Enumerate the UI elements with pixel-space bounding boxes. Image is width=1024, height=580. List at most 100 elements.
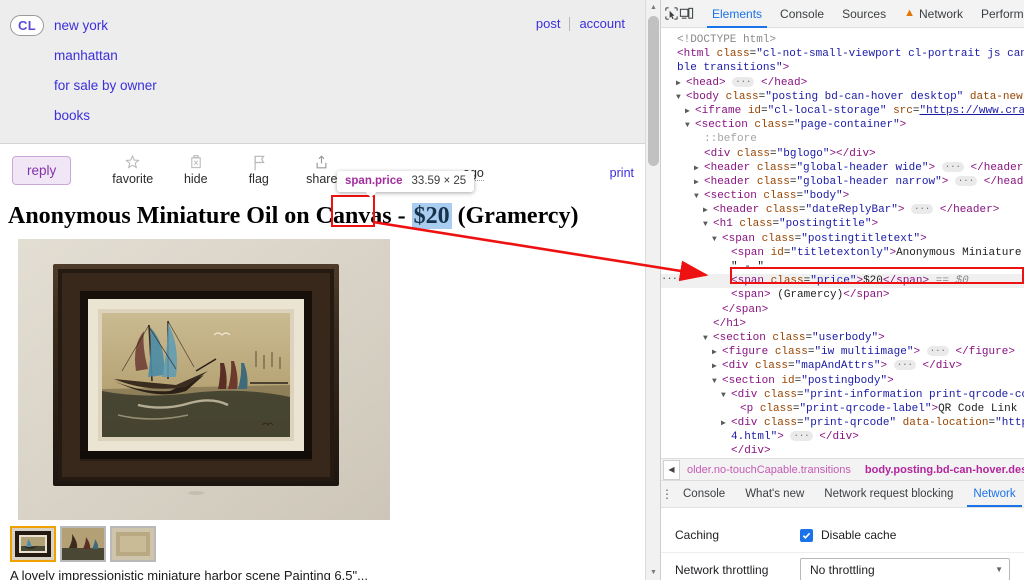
- dom-line[interactable]: ▶ <div class="mapAndAttrs"> ··· </div>: [661, 359, 1024, 373]
- account-link[interactable]: account: [570, 16, 634, 31]
- dom-line-selected[interactable]: <span class="price">$20</span> == $0: [661, 274, 1024, 289]
- account-links: post account: [527, 16, 634, 31]
- flag-button[interactable]: flag: [227, 150, 290, 186]
- cl-header: CL new york manhattan for sale by owner …: [0, 0, 660, 144]
- network-throttling-row: Network throttling No throttling ▼: [661, 552, 1024, 580]
- dom-line[interactable]: " - ": [661, 260, 1024, 274]
- thumbnail-3-back[interactable]: [110, 525, 156, 562]
- device-toolbar-icon[interactable]: [679, 2, 694, 26]
- scroll-down-icon[interactable]: ▼: [646, 565, 660, 580]
- disable-cache-label[interactable]: Disable cache: [821, 528, 896, 542]
- dom-line[interactable]: ▼ <span class="postingtitletext">: [661, 232, 1024, 246]
- dom-line[interactable]: ▼ <h1 class="postingtitle">: [661, 217, 1024, 231]
- thumbnail-1-framed-painting[interactable]: [10, 525, 56, 562]
- reply-button[interactable]: reply: [12, 156, 72, 185]
- scroll-up-icon[interactable]: ▲: [646, 0, 660, 15]
- network-conditions-body: Caching Disable cache Network throttling…: [661, 508, 1024, 580]
- dom-line[interactable]: ble transitions">: [661, 61, 1024, 75]
- posting-actions: favorite hide flag share: [101, 150, 353, 186]
- tab-network-label: Network: [918, 6, 963, 21]
- tab-elements-label: Elements: [712, 6, 763, 21]
- breadcrumb-item-body[interactable]: body.posting.bd-can-hover.desktop: [858, 464, 1024, 476]
- page-scrollbar[interactable]: ▲ ▼: [645, 0, 660, 580]
- dom-line[interactable]: </h1>: [661, 317, 1024, 331]
- drawer-tab-whats-new[interactable]: What's new: [735, 481, 814, 507]
- dom-line[interactable]: ▼ <body class="posting bd-can-hover deskt…: [661, 90, 1024, 104]
- chevron-down-icon: ▼: [995, 565, 1003, 574]
- element-inspect-tooltip: span.price 33.59 × 25: [337, 171, 475, 198]
- hide-button[interactable]: hide: [164, 150, 227, 186]
- print-link[interactable]: print: [610, 166, 634, 180]
- devtools-toolbar: Elements Console Sources ▲ Network Perfo…: [661, 0, 1024, 28]
- more-options-icon[interactable]: ⋮: [661, 481, 673, 507]
- breadcrumb-row-area: manhattan: [10, 40, 648, 70]
- drawer-tab-network-conditions[interactable]: Network: [963, 481, 1024, 507]
- breadcrumb-link-books[interactable]: books: [54, 108, 90, 123]
- breadcrumb-row-subcategory: books: [10, 100, 648, 130]
- inspect-element-icon[interactable]: [664, 2, 679, 26]
- dom-line[interactable]: ▶ <header class="dateReplyBar"> ··· </hea…: [661, 203, 1024, 217]
- dom-line[interactable]: 4.html"> ··· </div>: [661, 430, 1024, 444]
- scrollbar-thumb[interactable]: [648, 16, 659, 166]
- posting-price[interactable]: $20: [411, 203, 452, 229]
- dom-line[interactable]: ▶ <head> ··· </head>: [661, 76, 1024, 90]
- dom-line[interactable]: <div class="bglogo"></div>: [661, 147, 1024, 161]
- dom-line[interactable]: <p class="print-qrcode-label">QR Code Li…: [661, 402, 1024, 416]
- dom-line[interactable]: ▼ <section class="userbody">: [661, 331, 1024, 345]
- dom-line[interactable]: ▶ <figure class="iw multiimage"> ··· </fi…: [661, 345, 1024, 359]
- dom-line[interactable]: <span id="titletextonly">Anonymous Minia…: [661, 246, 1024, 260]
- breadcrumb-scroll-left-icon[interactable]: ◀: [663, 459, 680, 480]
- disable-cache-checkbox[interactable]: [800, 528, 813, 542]
- dom-line[interactable]: <span> (Gramercy)</span>: [661, 288, 1024, 302]
- tab-performance-label: Perform: [981, 6, 1024, 21]
- thumbnail-2-detail[interactable]: [60, 525, 106, 562]
- dom-line[interactable]: ▼ <section class="page-container">: [661, 118, 1024, 132]
- tab-elements[interactable]: Elements: [703, 0, 771, 28]
- dom-line[interactable]: ▶ <iframe id="cl-local-storage" src="http…: [661, 104, 1024, 118]
- dom-line[interactable]: ▼ <div class="print-information print-qrc…: [661, 388, 1024, 402]
- star-icon: [124, 153, 141, 171]
- breadcrumb-link-manhattan[interactable]: manhattan: [54, 48, 118, 63]
- tab-network[interactable]: ▲ Network: [895, 0, 972, 28]
- tab-sources[interactable]: Sources: [833, 0, 895, 28]
- dom-line[interactable]: <html class="cl-not-small-viewport cl-po…: [661, 47, 1024, 61]
- favorite-label: favorite: [112, 172, 154, 186]
- posting-main-image[interactable]: [18, 238, 390, 520]
- network-throttling-label: Network throttling: [675, 562, 769, 577]
- screen-root: CL new york manhattan for sale by owner …: [0, 0, 1024, 580]
- breadcrumb-link-for-sale-by-owner[interactable]: for sale by owner: [54, 78, 157, 93]
- breadcrumb-row-category: for sale by owner: [10, 70, 648, 100]
- favorite-button[interactable]: favorite: [101, 150, 164, 186]
- dom-line[interactable]: ▶ <header class="global-header narrow"> ·…: [661, 175, 1024, 189]
- posting-title-text: Anonymous Miniature Oil on Canvas: [8, 203, 398, 229]
- tab-console-label: Console: [780, 6, 825, 21]
- dom-line[interactable]: ▶ <header class="global-header wide"> ···…: [661, 161, 1024, 175]
- breadcrumb-item-older[interactable]: older.no-touchCapable.transitions: [680, 464, 858, 476]
- tooltip-dimensions: 33.59 × 25: [411, 175, 467, 187]
- posting-location: (Gramercy): [451, 203, 579, 229]
- craigslist-logo[interactable]: CL: [10, 14, 44, 36]
- post-link[interactable]: post: [527, 16, 570, 31]
- drawer-tabs: ⋮ Console What's new Network request blo…: [661, 481, 1024, 508]
- dom-line[interactable]: </span>: [661, 303, 1024, 317]
- dom-tree[interactable]: <!DOCTYPE html> <html class="cl-not-small…: [661, 28, 1024, 458]
- warning-icon: ▲: [904, 7, 915, 19]
- craigslist-page: CL new york manhattan for sale by owner …: [0, 0, 660, 580]
- dom-line[interactable]: ::before: [661, 132, 1024, 146]
- dom-line[interactable]: ▼ <section id="postingbody">: [661, 374, 1024, 388]
- drawer-tab-network-request-blocking[interactable]: Network request blocking: [814, 481, 963, 507]
- dom-line[interactable]: </div>: [661, 444, 1024, 458]
- drawer-tab-console[interactable]: Console: [673, 481, 735, 507]
- dom-line[interactable]: ▶ <div class="print-qrcode" data-location…: [661, 416, 1024, 430]
- drawer-tab-console-label: Console: [683, 488, 726, 500]
- tab-performance[interactable]: Perform: [972, 0, 1024, 28]
- tooltip-selector: span.price: [345, 175, 403, 187]
- title-separator: -: [397, 203, 412, 229]
- network-throttling-select[interactable]: No throttling ▼: [800, 558, 1010, 580]
- dom-line[interactable]: ▼ <section class="body">: [661, 189, 1024, 203]
- dom-line[interactable]: <!DOCTYPE html>: [661, 33, 1024, 47]
- tab-console[interactable]: Console: [771, 0, 833, 28]
- devtools-tabs: Elements Console Sources ▲ Network Perfo…: [703, 0, 1024, 28]
- drawer-tab-nrb-label: Network request blocking: [824, 488, 954, 500]
- breadcrumb-link-new-york[interactable]: new york: [54, 18, 108, 33]
